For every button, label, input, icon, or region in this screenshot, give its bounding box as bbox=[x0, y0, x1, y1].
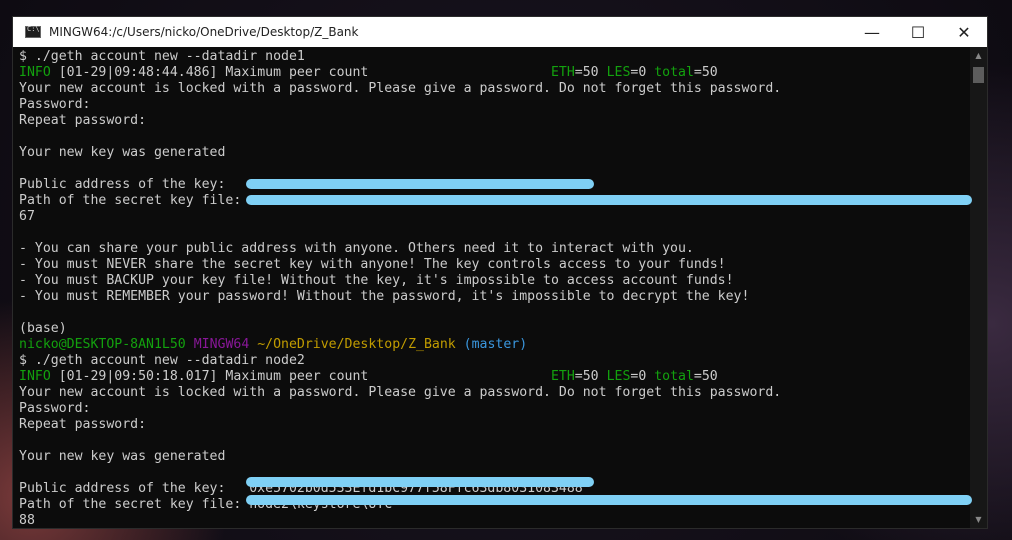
terminal-text-segment: $ ./geth account new --datadir node2 bbox=[19, 353, 305, 368]
terminal-text-segment: Repeat password: bbox=[19, 113, 147, 128]
redaction-scribble bbox=[246, 477, 594, 487]
terminal-text-segment: Repeat password: bbox=[19, 417, 147, 432]
terminal-window: MINGW64:/c/Users/nicko/OneDrive/Desktop/… bbox=[12, 16, 988, 529]
terminal-text-segment: Your new key was generated bbox=[19, 145, 226, 160]
title-bar[interactable]: MINGW64:/c/Users/nicko/OneDrive/Desktop/… bbox=[13, 17, 987, 47]
maximize-button[interactable]: ☐ bbox=[895, 17, 941, 47]
terminal-text-segment: =0 bbox=[630, 369, 655, 384]
terminal-text-segment: nicko@DESKTOP-8AN1L50 bbox=[19, 337, 186, 352]
terminal-text-segment: [01-29|09:50:18.017] Maximum peer count bbox=[50, 369, 551, 384]
terminal-text-segment: =50 bbox=[693, 65, 718, 80]
terminal-text-segment: [01-29|09:48:44.486] Maximum peer count bbox=[50, 65, 551, 80]
terminal-line: Repeat password: bbox=[19, 113, 970, 129]
terminal-text-segment: Path of the secret key file: bbox=[19, 193, 242, 208]
terminal-text-segment: $ ./geth account new --datadir node1 bbox=[19, 49, 305, 64]
terminal-text-segment: 88 bbox=[19, 513, 35, 528]
terminal-line: 88 bbox=[19, 513, 970, 528]
terminal-line: INFO [01-29|09:48:44.486] Maximum peer c… bbox=[19, 65, 970, 81]
terminal-text-segment: - You must REMEMBER your password! Witho… bbox=[19, 289, 750, 304]
terminal-text-segment: ETH bbox=[550, 65, 575, 80]
terminal-line: - You must BACKUP your key file! Without… bbox=[19, 273, 970, 289]
terminal-line: Password: bbox=[19, 401, 970, 417]
terminal-line: - You must NEVER share the secret key wi… bbox=[19, 257, 970, 273]
terminal-text-segment: total bbox=[654, 65, 694, 80]
terminal-text-segment: Your new key was generated bbox=[19, 449, 226, 464]
terminal-line: Your new account is locked with a passwo… bbox=[19, 81, 970, 97]
scroll-up-arrow-icon[interactable]: ▲ bbox=[970, 47, 987, 64]
terminal-line: - You must REMEMBER your password! Witho… bbox=[19, 289, 970, 305]
terminal-text-segment: Public address of the key: bbox=[19, 177, 226, 192]
terminal-text-segment: =50 bbox=[574, 65, 607, 80]
terminal-text-segment: 67 bbox=[19, 209, 35, 224]
terminal-text-segment: LES bbox=[606, 369, 631, 384]
terminal-text-segment: =50 bbox=[693, 369, 718, 384]
terminal-text-segment: Password: bbox=[19, 97, 91, 112]
terminal-text-segment: INFO bbox=[19, 369, 51, 384]
window-title: MINGW64:/c/Users/nicko/OneDrive/Desktop/… bbox=[49, 25, 359, 39]
terminal-text-segment: total bbox=[654, 369, 694, 384]
terminal-line: Your new account is locked with a passwo… bbox=[19, 385, 970, 401]
terminal-output[interactable]: $ ./geth account new --datadir node1 INFO… bbox=[13, 47, 970, 528]
terminal-line: Repeat password: bbox=[19, 417, 970, 433]
redaction-scribble bbox=[246, 179, 594, 189]
terminal-line: $ ./geth account new --datadir node2 bbox=[19, 353, 970, 369]
terminal-line: $ ./geth account new --datadir node1 bbox=[19, 49, 970, 65]
terminal-line: Your new key was generated bbox=[19, 145, 970, 161]
terminal-text-segment: (base) bbox=[19, 321, 67, 336]
terminal-text-segment: Password: bbox=[19, 401, 91, 416]
terminal-text-segment: Your new account is locked with a passwo… bbox=[19, 385, 782, 400]
terminal-line: Your new key was generated bbox=[19, 449, 970, 465]
terminal-line: INFO [01-29|09:50:18.017] Maximum peer c… bbox=[19, 369, 970, 385]
terminal-text-segment: MINGW64 bbox=[193, 337, 250, 352]
terminal-text-segment: (master) bbox=[463, 337, 528, 352]
close-button[interactable]: ✕ bbox=[941, 17, 987, 47]
terminal-app-icon bbox=[25, 25, 41, 38]
terminal-line: Password: bbox=[19, 97, 970, 113]
terminal-text-segment: Your new account is locked with a passwo… bbox=[19, 81, 782, 96]
terminal-text-segment: INFO bbox=[19, 65, 51, 80]
scroll-down-arrow-icon[interactable]: ▼ bbox=[970, 511, 987, 528]
terminal-line: 67 bbox=[19, 209, 970, 225]
terminal-text-segment: LES bbox=[606, 65, 631, 80]
redaction-scribble bbox=[246, 195, 972, 205]
terminal-text-segment: - You must NEVER share the secret key wi… bbox=[19, 257, 726, 272]
vertical-scrollbar[interactable]: ▲ ▼ bbox=[970, 47, 987, 528]
terminal-text-segment: ~/OneDrive/Desktop/Z_Bank bbox=[257, 337, 456, 352]
terminal-text-segment: =0 bbox=[630, 65, 655, 80]
scrollbar-thumb[interactable] bbox=[973, 67, 984, 83]
terminal-line: - You can share your public address with… bbox=[19, 241, 970, 257]
terminal-text-segment: - You can share your public address with… bbox=[19, 241, 694, 256]
redaction-scribble bbox=[246, 495, 972, 505]
minimize-button[interactable]: — bbox=[849, 17, 895, 47]
terminal-text-segment: =50 bbox=[574, 369, 607, 384]
terminal-text-segment: - You must BACKUP your key file! Without… bbox=[19, 273, 734, 288]
terminal-text-segment: ETH bbox=[550, 369, 575, 384]
terminal-line: nicko@DESKTOP-8AN1L50 MINGW64 ~/OneDrive… bbox=[19, 337, 970, 353]
terminal-line: (base) bbox=[19, 321, 970, 337]
